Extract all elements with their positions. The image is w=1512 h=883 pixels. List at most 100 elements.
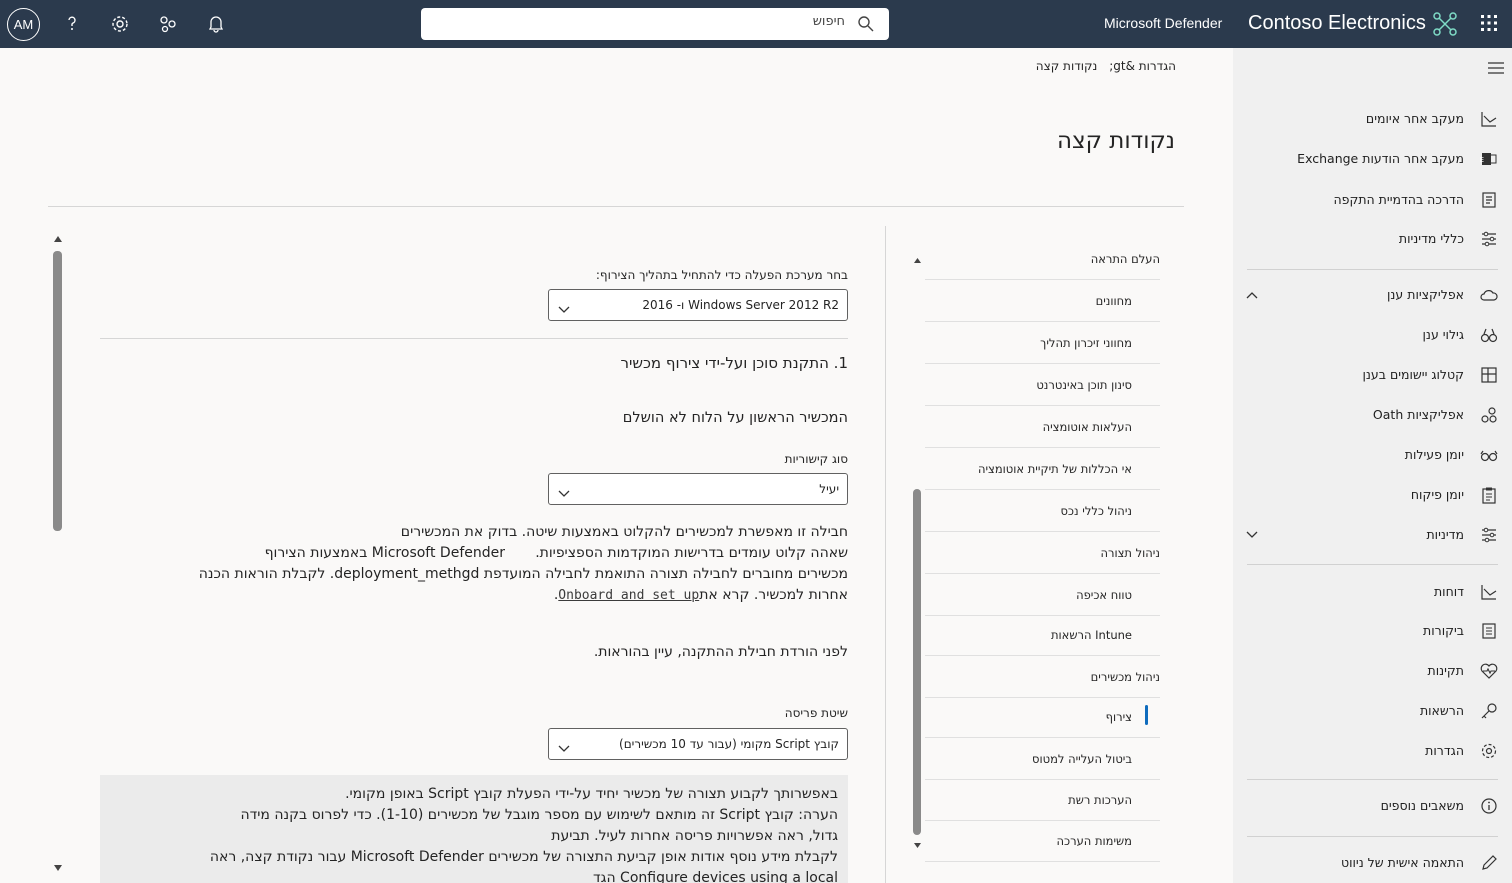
subnav-label: צירוף — [1105, 710, 1132, 724]
nav-label: קטלוג יישומים בענן — [1362, 367, 1464, 382]
nav-item-audits[interactable]: ביקורות — [1233, 613, 1512, 649]
nav-label: אפליקציות ענן — [1387, 287, 1464, 302]
nav-item-cloud-discovery[interactable]: גילוי ענן — [1233, 317, 1512, 353]
glasses-icon — [1480, 446, 1498, 464]
nav-item-more-resources[interactable]: משאבים נוספים — [1233, 788, 1512, 824]
chevron-down-icon[interactable] — [1245, 528, 1259, 543]
description-line-4: אחרות למכשיר. קרא אתOnboard and set up. — [553, 587, 848, 603]
settings-subnav: העלם התראה מחוונים מחווני זיכרון תהליך ס… — [925, 238, 1160, 868]
help-icon[interactable] — [60, 12, 84, 36]
subnav-item[interactable]: משימות הערכה — [925, 820, 1160, 862]
nav-label: הדרכה בהדמיית התקפה — [1333, 192, 1464, 207]
pane-divider — [885, 226, 886, 883]
nav-label: משאבים נוספים — [1380, 798, 1464, 813]
nav-item-health[interactable]: תקינות — [1233, 653, 1512, 689]
subnav-item[interactable]: מחווני זיכרון תהליך — [925, 322, 1160, 364]
description-line-2b: Microsoft Defender באמצעות הצירוף — [264, 545, 505, 561]
nav-item-reports[interactable]: דוחות — [1233, 574, 1512, 610]
deployment-label: שיטת פריסה — [784, 706, 848, 720]
subnav-label: משימות הערכה — [1056, 834, 1133, 848]
nav-item-cloud-apps[interactable]: אפליקציות ענן — [1233, 277, 1512, 313]
nav-item-threat-tracker[interactable]: מעקב אחר איומים — [1233, 101, 1512, 137]
subnav-item[interactable]: הערכות רשת — [925, 779, 1160, 821]
nav-label: ביקורות — [1423, 623, 1464, 638]
nav-label: תקינות — [1427, 663, 1464, 678]
subnav-item[interactable]: ניהול מכשירים — [925, 656, 1160, 698]
subnav-label: סינון תוכן באינטרנט — [1036, 378, 1132, 392]
nav-label: יומן פעילות — [1404, 447, 1464, 462]
subnav-scrollbar-thumb[interactable] — [913, 489, 921, 835]
note-line-5[interactable]: Configure devices using a local הגד — [593, 868, 838, 883]
nav-item-customize-navigation[interactable]: התאמה אישית של ניווט — [1233, 845, 1512, 881]
nav-label: יומן פיקוח — [1410, 487, 1464, 502]
subnav-item[interactable]: טווח אכיפה — [925, 574, 1160, 616]
subnav-item[interactable]: ניהול תצורה — [925, 532, 1160, 574]
avatar[interactable]: AM — [7, 8, 40, 41]
nav-item-attack-simulation[interactable]: הדרכה בהדמיית התקפה — [1233, 182, 1512, 218]
subnav-item[interactable]: סינון תוכן באינטרנט — [925, 364, 1160, 406]
nav-item-permissions[interactable]: הרשאות — [1233, 693, 1512, 729]
subnav-label: מחווני זיכרון תהליך — [1040, 336, 1132, 350]
subnav-item[interactable]: ניהול כללי נכס — [925, 490, 1160, 532]
os-label: בחר מערכת הפעלה כדי להתחיל בתהליך הצירוף… — [595, 268, 848, 282]
nav-item-oauth-apps[interactable]: אפליקציות Oath — [1233, 397, 1512, 433]
waffle-icon[interactable] — [1480, 14, 1498, 36]
subnav-item[interactable]: ביטול העלייה למטוס — [925, 738, 1160, 780]
breadcrumb: הגדרות &gt; נקודות קצה — [1028, 59, 1176, 73]
org-logo-icon — [1433, 12, 1457, 40]
page-title: נקודות קצה — [1056, 128, 1175, 154]
first-device-status: המכשיר הראשון על הלוח לא הושלם — [622, 410, 848, 426]
description-line-3: מכשירים מחוברים לחבילה תצורה התואמת לחבי… — [198, 566, 848, 582]
nav-item-settings[interactable]: הגדרות — [1233, 733, 1512, 769]
connectivity-dropdown[interactable]: יעיל — [548, 473, 848, 505]
audit-icon — [1480, 622, 1498, 640]
search-box[interactable]: חיפוש — [421, 8, 889, 40]
binoculars-icon — [1480, 326, 1498, 344]
nav-item-cloud-app-catalog[interactable]: קטלוג יישומים בענן — [1233, 357, 1512, 393]
subnav-item[interactable]: אי הכללות של תיקיית אוטומציה — [925, 448, 1160, 490]
nav-divider — [1247, 269, 1498, 270]
share-icon[interactable] — [156, 12, 180, 36]
breadcrumb-settings[interactable]: הגדרות &gt; — [1109, 59, 1176, 73]
nav-item-exchange-tracking[interactable]: E מעקב אחר הודעות Exchange — [1233, 141, 1512, 177]
nav-label: כללי מדיניות — [1398, 231, 1464, 246]
breadcrumb-endpoints[interactable]: נקודות קצה — [1036, 59, 1098, 73]
chevron-up-icon[interactable] — [1245, 288, 1259, 303]
chart-icon — [1480, 583, 1498, 601]
subnav-label: ביטול העלייה למטוס — [1032, 752, 1132, 766]
note-line-2: הערה: קובץ Script זה מותאם לשימוש עם מספ… — [240, 807, 838, 823]
subnav-item[interactable]: מחוונים — [925, 280, 1160, 322]
subnav-label: ניהול מכשירים — [1090, 670, 1160, 684]
settings-icon[interactable] — [108, 12, 132, 36]
subnav-label: העלם התראה — [1090, 252, 1160, 266]
subnav-item[interactable]: העלאות אוטומציה — [925, 406, 1160, 448]
apps-icon — [1480, 406, 1498, 424]
hamburger-icon[interactable] — [1487, 60, 1505, 79]
nav-item-policy-rules[interactable]: כללי מדיניות — [1233, 221, 1512, 257]
nav-label: התאמה אישית של ניווט — [1340, 855, 1464, 870]
chevron-down-icon — [557, 739, 571, 758]
nav-item-activity-log[interactable]: יומן פעילות — [1233, 437, 1512, 473]
nav-item-governance-log[interactable]: יומן פיקוח — [1233, 477, 1512, 513]
content-scrollbar-thumb[interactable] — [53, 251, 62, 531]
subnav-item[interactable]: העלם התראה — [925, 238, 1160, 280]
subnav-item[interactable]: Intune הרשאות — [925, 614, 1160, 656]
search-placeholder: חיפוש — [812, 14, 845, 29]
deployment-dropdown[interactable]: קובץ Script מקומי (עבור עד 10 מכשירים) — [548, 728, 848, 760]
os-dropdown[interactable]: Windows Server 2012 R2 ו- 2016 — [548, 289, 848, 321]
subnav-item-selected[interactable]: צירוף — [925, 696, 1160, 738]
gear-icon — [1480, 742, 1498, 760]
svg-text:E: E — [1480, 156, 1484, 164]
onboard-link[interactable]: Onboard and set up — [558, 588, 699, 603]
bell-icon[interactable] — [204, 12, 228, 36]
nav-divider — [1247, 564, 1498, 565]
script-note-box: באפשרותך לקבוע תצורה של מכשיר יחיד על-יד… — [100, 775, 848, 883]
os-value: Windows Server 2012 R2 ו- 2016 — [642, 298, 839, 312]
description-line-1: חבילה זו מאפשרת למכשירים להקלוט באמצעות … — [400, 524, 848, 540]
chevron-down-icon — [557, 300, 571, 319]
chevron-down-icon — [557, 484, 571, 503]
nav-item-policies[interactable]: מדיניות — [1233, 517, 1512, 553]
deployment-value: קובץ Script מקומי (עבור עד 10 מכשירים) — [619, 737, 839, 751]
training-icon — [1480, 191, 1498, 209]
header-divider — [48, 206, 1184, 207]
